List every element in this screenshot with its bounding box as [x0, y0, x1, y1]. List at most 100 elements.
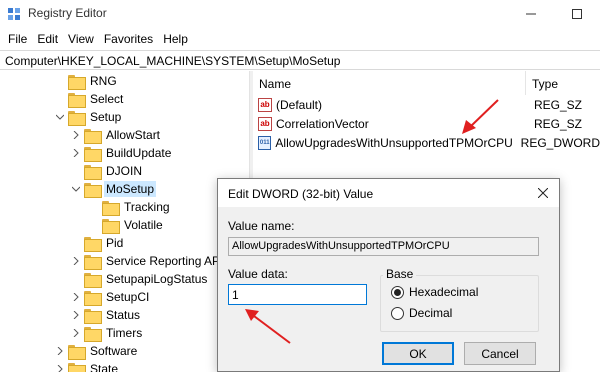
chevron-right-icon[interactable] [70, 144, 82, 162]
folder-icon [84, 326, 102, 342]
hexadecimal-radio[interactable] [391, 285, 404, 299]
tree-node-timers[interactable]: Timers [70, 324, 144, 342]
tree-node-software[interactable]: Software [54, 342, 139, 360]
tree-node-label: Tracking [124, 200, 170, 214]
menu-favorites[interactable]: Favorites [99, 32, 158, 46]
column-header-type[interactable]: Type [526, 71, 600, 95]
registry-tree[interactable]: RNG Select Setup AllowStart BuildUpdate DJOIN… [0, 71, 249, 372]
value-data-input[interactable] [228, 284, 367, 305]
chevron-right-icon[interactable] [70, 306, 82, 324]
tree-node-state[interactable]: State [54, 360, 120, 372]
tree-node-label: BuildUpdate [106, 146, 172, 160]
value-row[interactable]: ab CorrelationVector REG_SZ [253, 114, 600, 133]
chevron-down-icon[interactable] [54, 108, 66, 126]
tree-node-tracking[interactable]: Tracking [88, 198, 172, 216]
hexadecimal-radio-option[interactable]: Hexadecimal [391, 285, 478, 299]
value-name: (Default) [276, 97, 323, 112]
chevron-right-icon[interactable] [70, 288, 82, 306]
tree-node-label: Pid [106, 236, 124, 250]
registry-editor-app-icon [8, 8, 20, 20]
tree-node-service-reporting-api[interactable]: Service Reporting API [70, 252, 225, 270]
menu-view[interactable]: View [63, 32, 99, 46]
decimal-radio-option[interactable]: Decimal [391, 306, 452, 320]
maximize-button[interactable] [554, 2, 600, 26]
tree-node-label: Setup [90, 110, 122, 124]
tree-node-label: Select [90, 92, 124, 106]
folder-icon [68, 110, 86, 126]
tree-node-label: Timers [106, 326, 143, 340]
tree-node-label: State [90, 362, 119, 372]
tree-node-setupapilogstatus[interactable]: SetupapiLogStatus [70, 270, 209, 288]
maximize-icon [572, 9, 582, 19]
cancel-button[interactable]: Cancel [464, 342, 536, 365]
value-row[interactable]: 011 AllowUpgradesWithUnsupportedTPMOrCPU R… [253, 133, 600, 152]
chevron-right-icon[interactable] [54, 360, 66, 372]
string-value-icon: ab [258, 116, 272, 131]
folder-icon [84, 146, 102, 162]
folder-icon [84, 236, 102, 252]
dialog-title: Edit DWORD (32-bit) Value [228, 187, 374, 201]
minimize-icon [526, 13, 536, 15]
window-title: Registry Editor [28, 6, 107, 20]
folder-icon [84, 164, 102, 180]
tree-node-setup[interactable]: Setup [54, 108, 123, 126]
hexadecimal-label: Hexadecimal [409, 285, 479, 299]
dword-value-icon: 011 [258, 135, 272, 150]
address-bar[interactable]: Computer\HKEY_LOCAL_MACHINE\SYSTEM\Setup… [0, 50, 600, 70]
tree-node-rng[interactable]: RNG [54, 72, 119, 90]
base-label: Base [383, 267, 417, 281]
menu-file[interactable]: File [3, 32, 32, 46]
tree-node-allowstart[interactable]: AllowStart [70, 126, 162, 144]
chevron-right-icon[interactable] [70, 252, 82, 270]
tree-node-label: SetupCI [106, 290, 150, 304]
decimal-label: Decimal [409, 306, 453, 320]
tree-node-mosetup[interactable]: MoSetup [70, 180, 157, 198]
value-name-label: Value name: [228, 219, 295, 233]
menu-edit[interactable]: Edit [32, 32, 63, 46]
tree-node-pid[interactable]: Pid [70, 234, 125, 252]
value-name: AllowUpgradesWithUnsupportedTPMOrCPU [275, 135, 513, 150]
chevron-right-icon[interactable] [54, 342, 66, 360]
tree-node-buildupdate[interactable]: BuildUpdate [70, 144, 173, 162]
tree-node-label: Volatile [124, 218, 163, 232]
column-header-name[interactable]: Name [253, 71, 526, 95]
tree-node-label: SetupapiLogStatus [106, 272, 208, 286]
decimal-radio[interactable] [391, 306, 404, 320]
ok-button[interactable]: OK [382, 342, 454, 365]
value-type: REG_DWORD [520, 135, 600, 150]
dialog-close-button[interactable] [533, 183, 553, 203]
tree-node-status[interactable]: Status [70, 306, 142, 324]
tree-node-djoin[interactable]: DJOIN [70, 162, 144, 180]
value-type: REG_SZ [534, 97, 583, 112]
menu-help[interactable]: Help [158, 32, 193, 46]
tree-node-select[interactable]: Select [54, 90, 125, 108]
value-name-field: AllowUpgradesWithUnsupportedTPMOrCPU [228, 237, 539, 256]
tree-node-setupci[interactable]: SetupCI [70, 288, 151, 306]
folder-icon [84, 128, 102, 144]
chevron-right-icon[interactable] [70, 126, 82, 144]
chevron-right-icon[interactable] [70, 324, 82, 342]
value-row[interactable]: ab (Default) REG_SZ [253, 95, 600, 114]
tree-node-label: DJOIN [106, 164, 142, 178]
close-icon [538, 188, 548, 198]
chevron-down-icon[interactable] [70, 180, 82, 198]
tree-node-label: Status [106, 308, 141, 322]
minimize-button[interactable] [508, 2, 554, 26]
folder-icon [84, 182, 102, 198]
folder-icon [68, 344, 86, 360]
value-name: CorrelationVector [276, 116, 369, 131]
folder-icon [84, 308, 102, 324]
dialog-title-bar: Edit DWORD (32-bit) Value [218, 179, 559, 207]
string-value-icon: ab [258, 97, 272, 112]
tree-node-volatile[interactable]: Volatile [88, 216, 165, 234]
tree-node-label: Service Reporting API [106, 254, 224, 268]
folder-icon [84, 272, 102, 288]
value-data-label: Value data: [228, 267, 288, 281]
